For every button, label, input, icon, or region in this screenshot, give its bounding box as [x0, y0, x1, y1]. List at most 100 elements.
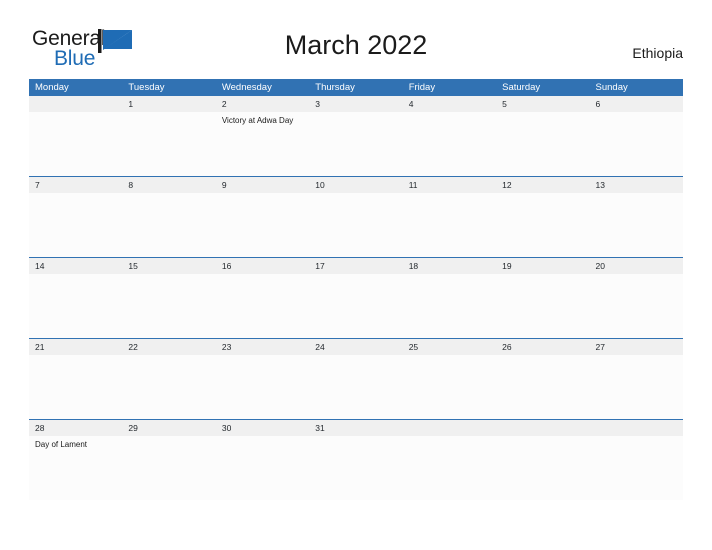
week-date-band: 14 15 16 17 18 19 20	[29, 258, 683, 274]
week-body-band	[29, 193, 683, 257]
holiday-label: Victory at Adwa Day	[221, 116, 294, 125]
day-number-5[interactable]: 5	[496, 96, 589, 112]
day-number-2[interactable]: 2	[216, 96, 309, 112]
day-cell-26[interactable]	[496, 355, 589, 419]
day-cell-24[interactable]	[309, 355, 402, 419]
weekday-header-wednesday: Wednesday	[221, 82, 272, 93]
day-cell-19[interactable]	[496, 274, 589, 338]
day-cell-21[interactable]	[29, 355, 122, 419]
day-number-14[interactable]: 14	[29, 258, 122, 274]
weekday-header-saturday: Saturday	[502, 82, 541, 93]
day-number-25[interactable]: 25	[403, 339, 496, 355]
day-number-22[interactable]: 22	[122, 339, 215, 355]
day-number-16[interactable]: 16	[216, 258, 309, 274]
day-number-17[interactable]: 17	[309, 258, 402, 274]
weekday-header-tuesday: Tuesday	[128, 82, 165, 93]
day-cell-31[interactable]	[309, 436, 402, 500]
day-cell-empty	[590, 436, 683, 500]
day-cell-15[interactable]	[122, 274, 215, 338]
weekday-header-row: Monday Tuesday Wednesday Thursday Friday Satu…	[29, 79, 683, 96]
day-cell-2[interactable]: Victory at Adwa Day	[216, 112, 309, 176]
day-number-8[interactable]: 8	[122, 177, 215, 193]
day-number-empty	[29, 96, 122, 112]
day-cell-23[interactable]	[216, 355, 309, 419]
weekday-header-friday: Friday	[408, 82, 436, 93]
week-date-band: 28 29 30 31	[29, 420, 683, 436]
day-number-4[interactable]: 4	[403, 96, 496, 112]
day-number-26[interactable]: 26	[496, 339, 589, 355]
day-cell-14[interactable]	[29, 274, 122, 338]
day-number-21[interactable]: 21	[29, 339, 122, 355]
week-date-band: 21 22 23 24 25 26 27	[29, 339, 683, 355]
day-cell-11[interactable]	[403, 193, 496, 257]
day-cell-9[interactable]	[216, 193, 309, 257]
week-row: 28 29 30 31 Day of Lament	[29, 419, 683, 500]
day-number-23[interactable]: 23	[216, 339, 309, 355]
weekday-header-thursday: Thursday	[315, 82, 355, 93]
day-number-1[interactable]: 1	[122, 96, 215, 112]
day-cell-1[interactable]	[122, 112, 215, 176]
day-number-3[interactable]: 3	[309, 96, 402, 112]
day-number-13[interactable]: 13	[590, 177, 683, 193]
day-number-15[interactable]: 15	[122, 258, 215, 274]
month-calendar-grid: Monday Tuesday Wednesday Thursday Friday Satu…	[29, 79, 683, 500]
day-number-11[interactable]: 11	[403, 177, 496, 193]
day-number-12[interactable]: 12	[496, 177, 589, 193]
day-cell-12[interactable]	[496, 193, 589, 257]
day-cell-20[interactable]	[590, 274, 683, 338]
day-cell-22[interactable]	[122, 355, 215, 419]
day-cell-8[interactable]	[122, 193, 215, 257]
day-number-empty	[403, 420, 496, 436]
day-cell-4[interactable]	[403, 112, 496, 176]
week-body-band	[29, 274, 683, 338]
day-number-28[interactable]: 28	[29, 420, 122, 436]
week-row: 21 22 23 24 25 26 27	[29, 338, 683, 419]
day-number-empty	[496, 420, 589, 436]
day-number-19[interactable]: 19	[496, 258, 589, 274]
day-number-10[interactable]: 10	[309, 177, 402, 193]
day-cell-18[interactable]	[403, 274, 496, 338]
week-body-band: Victory at Adwa Day	[29, 112, 683, 176]
week-row: 7 8 9 10 11 12 13	[29, 176, 683, 257]
day-number-30[interactable]: 30	[216, 420, 309, 436]
day-number-27[interactable]: 27	[590, 339, 683, 355]
week-date-band: 123456	[29, 96, 683, 112]
day-cell-7[interactable]	[29, 193, 122, 257]
day-cell-empty	[403, 436, 496, 500]
holiday-label: Day of Lament	[35, 440, 88, 449]
day-number-6[interactable]: 6	[590, 96, 683, 112]
day-number-18[interactable]: 18	[403, 258, 496, 274]
day-cell-3[interactable]	[309, 112, 402, 176]
page-title: March 2022	[284, 30, 428, 60]
day-cell-25[interactable]	[403, 355, 496, 419]
week-body-band	[29, 355, 683, 419]
day-cell-16[interactable]	[216, 274, 309, 338]
day-cell-6[interactable]	[590, 112, 683, 176]
week-date-band: 7 8 9 10 11 12 13	[29, 177, 683, 193]
day-number-24[interactable]: 24	[309, 339, 402, 355]
page-header: General Blue March 2022 Ethiopia	[0, 0, 712, 78]
day-cell-empty	[496, 436, 589, 500]
day-number-7[interactable]: 7	[29, 177, 122, 193]
day-cell-10[interactable]	[309, 193, 402, 257]
day-cell-28[interactable]: Day of Lament	[29, 436, 122, 500]
week-body-band: Day of Lament	[29, 436, 683, 500]
weeks-container: 1 2 3 4 5 6 Victory at Adwa Day 7 8 9 10 11 12 13 14 15…	[29, 96, 683, 500]
day-cell-5[interactable]	[496, 112, 589, 176]
weekday-header-monday: Monday	[35, 82, 69, 93]
day-number-20[interactable]: 20	[590, 258, 683, 274]
day-number-9[interactable]: 9	[216, 177, 309, 193]
day-cell-30[interactable]	[216, 436, 309, 500]
week-row: 14 15 16 17 18 19 20	[29, 257, 683, 338]
weekday-header-sunday: Sunday	[595, 82, 628, 93]
day-cell-13[interactable]	[590, 193, 683, 257]
day-cell-17[interactable]	[309, 274, 402, 338]
day-cell-empty	[29, 112, 122, 176]
calendar-page: General Blue March 2022 Ethiopia Monday T…	[0, 0, 712, 550]
day-number-empty	[590, 420, 683, 436]
region-label: Ethiopia	[632, 45, 683, 61]
day-cell-27[interactable]	[590, 355, 683, 419]
day-cell-29[interactable]	[122, 436, 215, 500]
day-number-29[interactable]: 29	[122, 420, 215, 436]
day-number-31[interactable]: 31	[309, 420, 402, 436]
